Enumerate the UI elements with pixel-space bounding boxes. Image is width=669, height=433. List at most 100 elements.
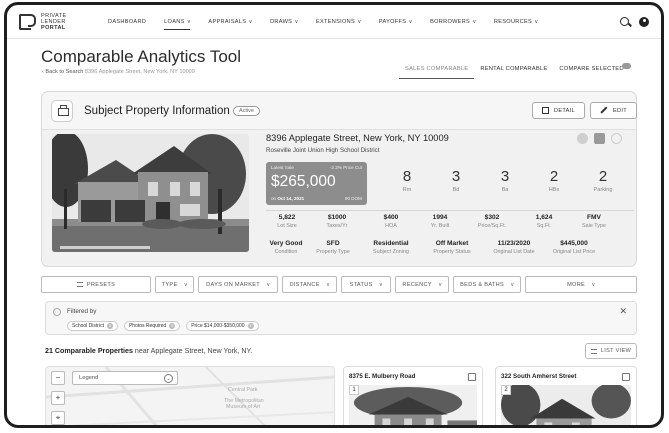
chevron-down-icon: v [326, 281, 330, 288]
stat-property-status: Off Market Property Status [433, 240, 471, 255]
filtered-by-panel: Filtered by School District x Photos Requi… [45, 301, 637, 335]
stat-lot-size: 5,822 Lot Size [277, 214, 297, 229]
edit-button[interactable]: EDIT [590, 102, 637, 119]
tab-rental-comparable[interactable]: RENTAL COMPARABLE [474, 63, 553, 79]
sale-date: on Oct 14, 2021 [271, 196, 305, 201]
list-icon [590, 348, 597, 354]
filter-chip: School District x [67, 321, 118, 331]
nav-item-draws[interactable]: DRAWS v [261, 5, 307, 39]
share-icon[interactable] [611, 133, 622, 144]
brand-logo[interactable]: PRIVATE LENDER PORTAL [19, 13, 99, 31]
card-title: Subject Property Information [84, 105, 230, 117]
nav-item-dashboard[interactable]: DASHBOARD [99, 5, 155, 39]
nav-item-resources[interactable]: RESOURCES v [485, 5, 547, 39]
chevron-down-icon: v [249, 18, 253, 25]
stat-original-list-date: 11/23/2020 Original List Date [493, 240, 535, 255]
price-cut: -2.2% Price Cut [329, 165, 362, 170]
top-navigation: PRIVATE LENDER PORTAL DASHBOARD LOANS v APP… [7, 5, 661, 39]
comparable-address: 8375 E. Mulberry Road [349, 373, 416, 380]
filter-beds-baths-dropdown[interactable]: BEDS & BATHS v [453, 276, 521, 293]
stat-sale-type: FMV Sale Type [582, 214, 606, 229]
latest-sale-box: Latest Sale -2.2% Price Cut $265,000 on … [266, 162, 367, 205]
stat-property-type: SFD Property Type [316, 240, 350, 255]
days-on-market: 90 DOM [344, 196, 362, 201]
brand-name: PRIVATE LENDER PORTAL [41, 12, 67, 31]
subject-address: 8396 Applegate Street, New York, NY 1000… [266, 133, 449, 143]
edit-icon [600, 106, 608, 115]
search-icon[interactable] [620, 17, 629, 26]
chevron-down-icon: v [187, 18, 191, 25]
chevron-down-icon: v [184, 281, 188, 288]
filtered-by-label: Filtered by [67, 308, 97, 315]
filter-chip: Photos Required x [123, 321, 181, 331]
filter-status-dropdown[interactable]: STATUS v [341, 276, 391, 293]
remove-chip-icon[interactable]: x [169, 323, 176, 329]
filter-days-on-market-dropdown[interactable]: DAYS ON MARKET v [198, 276, 278, 293]
nav-links: DASHBOARD LOANS v APPRAISALS v DRAWS v EXTENSIO… [99, 5, 620, 39]
sale-price: $265,000 [271, 173, 336, 190]
comparable-number: 2 [501, 385, 511, 395]
divider [266, 210, 634, 211]
comparable-address: 322 South Amherst Street [501, 373, 577, 380]
chevron-down-icon: v [511, 281, 514, 288]
chevron-down-icon: v [379, 281, 383, 288]
nav-item-borrowers[interactable]: BORROWERS v [421, 5, 485, 39]
map-view[interactable]: − + ⌖ Legend ⌄ Central Park The Metropol… [45, 366, 335, 425]
back-to-search-link[interactable]: ‹ Back to Search 8396 Applegate Street, … [42, 69, 195, 75]
school-district: Roseville Joint Union High School Distri… [266, 147, 380, 154]
legend-select[interactable]: Legend ⌄ [72, 371, 178, 385]
favorite-icon[interactable] [577, 133, 588, 144]
subject-property-card: Subject Property Information Active DETA… [41, 91, 637, 267]
stat-condition: Very Good Condition [269, 240, 303, 255]
filter-chips: School District x Photos Required x Price $1… [67, 321, 259, 331]
remove-chip-icon[interactable]: x [247, 323, 254, 329]
presets-button[interactable]: PRESETS [41, 276, 151, 293]
nav-item-payoffs[interactable]: PAYOFFS v [370, 5, 421, 39]
chevron-down-icon: v [295, 18, 298, 25]
stat-half-baths: 2 HBs [548, 168, 560, 193]
app-window: PRIVATE LENDER PORTAL DASHBOARD LOANS v APP… [4, 2, 664, 428]
results-count: 21 Comparable Properties near Applegate … [45, 347, 253, 355]
user-avatar-icon[interactable] [639, 16, 649, 27]
stat-bedrooms: 3 Bd [451, 168, 461, 193]
map-label: Museum of Art [226, 404, 261, 410]
stat-parking: 2 Parking [593, 168, 613, 193]
close-icon[interactable]: ✕ [619, 306, 627, 317]
location-icon[interactable]: ⌖ [51, 411, 65, 425]
tab-compare-selected[interactable]: COMPARE SELECTED [553, 63, 636, 79]
selected-count-badge [621, 63, 631, 69]
gallery-icon[interactable] [594, 133, 605, 144]
detail-icon [542, 107, 549, 114]
chevron-down-icon: v [358, 18, 361, 25]
nav-item-extensions[interactable]: EXTENSIONS v [307, 5, 370, 39]
detail-button[interactable]: DETAIL [532, 102, 585, 119]
remove-chip-icon[interactable]: x [106, 323, 113, 329]
filter-recency-dropdown[interactable]: RECENCY v [395, 276, 449, 293]
tab-sales-comparable[interactable]: SALES COMPARABLE [399, 63, 475, 79]
comparable-card[interactable]: 8375 E. Mulberry Road 1 [343, 366, 483, 425]
filter-chip: Price $14,000-$350,000 x [186, 321, 259, 331]
comparable-card[interactable]: 322 South Amherst Street 2 [495, 366, 637, 425]
chevron-down-icon: v [438, 281, 442, 288]
zoom-out-button[interactable]: − [51, 371, 65, 385]
select-checkbox[interactable] [622, 373, 630, 381]
comparable-photo [501, 385, 631, 425]
property-actions [577, 133, 622, 144]
chevron-down-icon: v [535, 18, 538, 25]
status-badge: Active [233, 106, 260, 116]
filter-type-dropdown[interactable]: TYPE v [155, 276, 194, 293]
back-address: 8396 Applegate Street, New York, NY 1000… [84, 69, 195, 75]
list-view-button[interactable]: LIST VIEW [585, 343, 637, 359]
select-checkbox[interactable] [468, 373, 476, 381]
stat-subject-zoning: Residential Subject Zoning [373, 240, 409, 255]
logo-mark-icon [19, 13, 36, 30]
nav-item-appraisals[interactable]: APPRAISALS v [199, 5, 261, 39]
property-stats-row-1: 5,822 Lot Size $1000 Taxes/Yr $400 HOA 1994 Yr.… [266, 214, 636, 229]
filter-more-dropdown[interactable]: MORE v [525, 276, 637, 293]
filter-distance-dropdown[interactable]: DISTANCE v [282, 276, 337, 293]
chevron-down-icon: v [592, 281, 595, 288]
chevron-down-icon: v [473, 18, 476, 25]
subject-property-photo [52, 134, 249, 252]
nav-item-loans[interactable]: LOANS v [155, 5, 199, 39]
zoom-in-button[interactable]: + [51, 391, 65, 405]
